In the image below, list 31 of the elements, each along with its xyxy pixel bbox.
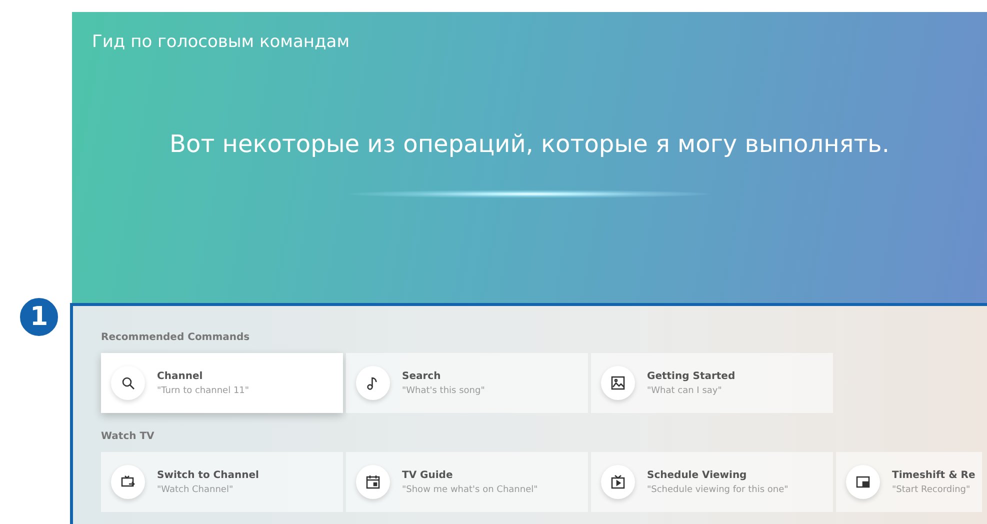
screen-title: Гид по голосовым командам	[91, 31, 350, 52]
command-title: Channel	[157, 370, 204, 382]
command-example: "Show me what's on Channel"	[402, 484, 538, 494]
command-card[interactable]: Schedule Viewing "Schedule viewing for this one"	[591, 452, 833, 512]
command-card[interactable]: Switch to Channel "Watch Channel"	[101, 452, 343, 512]
command-title: Search	[402, 370, 442, 382]
command-example: "Schedule viewing for this one"	[647, 484, 788, 494]
command-card[interactable]: TV Guide "Show me what's on Channel"	[346, 452, 588, 512]
callout-badge: 1	[18, 296, 60, 338]
calendar-icon	[365, 474, 381, 490]
command-example: "Start Recording"	[892, 484, 972, 494]
command-example: "Watch Channel"	[157, 484, 234, 494]
command-title: Schedule Viewing	[647, 470, 748, 480]
command-example: "What's this song"	[402, 386, 485, 396]
command-title: Getting Started	[647, 370, 736, 382]
command-title: Timeshift & Re	[892, 470, 976, 480]
assistant-message: Вот некоторые из операций, которые я могу выполнять.	[170, 130, 890, 158]
search-icon	[120, 375, 136, 391]
picture-icon	[610, 375, 626, 391]
tv-play-icon	[610, 474, 626, 490]
command-card[interactable]: Channel "Turn to channel 11"	[101, 353, 343, 413]
command-example: "What can I say"	[647, 386, 723, 396]
picture-in-picture-icon	[855, 474, 871, 490]
command-title: Switch to Channel	[157, 470, 259, 480]
command-card[interactable]: Search "What's this song"	[346, 353, 588, 413]
section-heading: Watch TV	[101, 431, 156, 442]
command-title: TV Guide	[402, 470, 454, 480]
section-heading: Recommended Commands	[101, 332, 251, 343]
command-card[interactable]: Getting Started "What can I say"	[591, 353, 833, 413]
command-example: "Turn to channel 11"	[157, 386, 250, 396]
command-card[interactable]: Timeshift & Re "Start Recording"	[836, 452, 982, 512]
